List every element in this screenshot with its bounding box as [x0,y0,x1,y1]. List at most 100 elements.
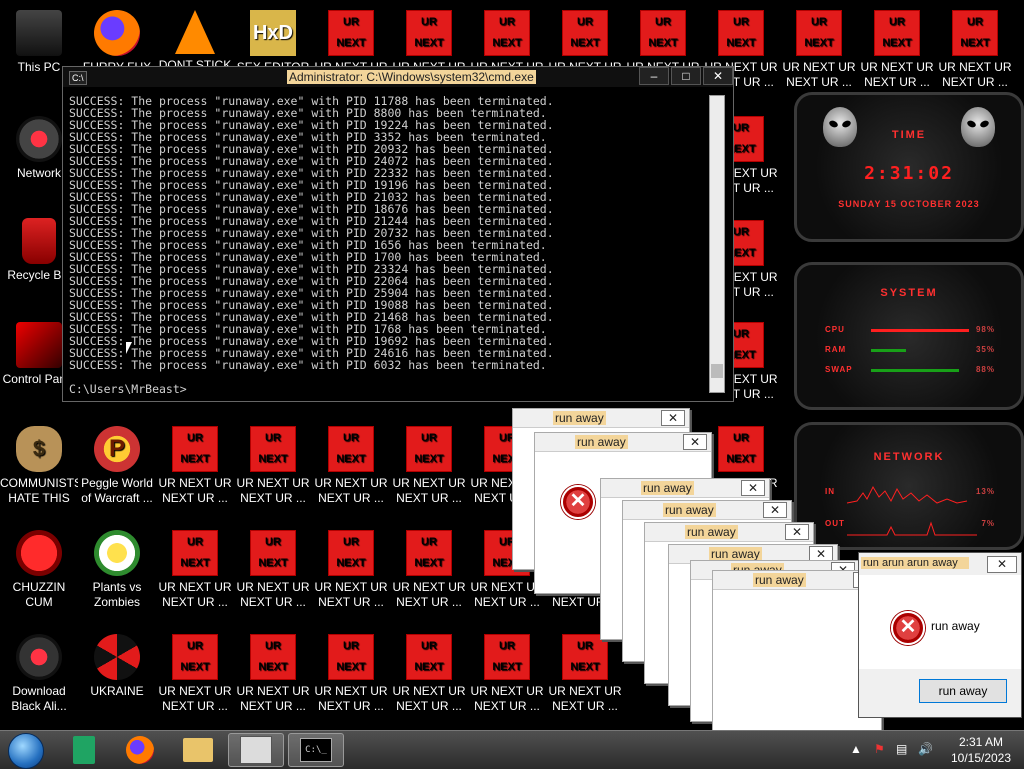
cmd-titlebar[interactable]: C:\ Administrator: C:\Windows\system32\c… [63,67,733,87]
folder-icon [183,738,213,762]
scrollbar-thumb[interactable] [711,364,723,378]
desktop-icon-communists[interactable]: $ COMMUNISTS HATE THIS G... [0,422,78,506]
close-icon[interactable]: ✕ [987,556,1017,573]
dialog-title: run away [685,525,738,539]
desktop-icon-black-ali[interactable]: Download Black Ali... [0,630,78,714]
ur-next-tile[interactable]: UR NEXT UR NEXT UR NEXT UR ... [234,630,312,714]
dialog-titlebar[interactable]: run away ✕ [535,433,711,452]
dialog-titlebar[interactable]: run away✕ [623,501,791,520]
usage-bar [871,349,906,352]
tile-top-text: UR [265,432,281,444]
run-away-dialog[interactable]: run arun arun away ✕ ✕ run away run away [858,552,1022,718]
ur-next-tile[interactable]: UR NEXT UR NEXT UR NEXT UR ... [858,6,936,90]
ur-next-tile[interactable]: UR NEXT UR NEXT UR NEXT UR ... [156,526,234,610]
taskbar-sheets[interactable] [56,733,112,767]
tile-top-text: UR [421,16,437,28]
taskbar-paint[interactable] [228,733,284,767]
desktop-icon-ukraine[interactable]: UKRAINE [78,630,156,699]
ur-next-tile[interactable]: UR NEXT UR NEXT UR NEXT UR ... [312,422,390,506]
taskbar-clock-date: 10/15/2023 [950,751,1012,765]
tile-top-text: UR [187,640,203,652]
computer-icon [16,10,62,56]
close-icon[interactable]: ✕ [785,524,809,540]
time-widget-title: TIME [891,129,927,141]
close-icon[interactable]: ✕ [683,434,707,450]
desktop-icon-sex-editor[interactable]: HxD SEX EDITOR [234,6,312,75]
taskbar-cmd[interactable]: C:\_ [288,733,344,767]
taskbar-clock[interactable]: 2:31 AM 10/15/2023 [944,734,1018,766]
tile-bottom-text: NEXT [336,453,366,465]
cmd-window[interactable]: C:\ Administrator: C:\Windows\system32\c… [62,66,734,402]
close-icon[interactable]: ✕ [703,67,733,85]
network-in-graph [846,485,968,504]
ur-next-tile[interactable]: UR NEXT UR NEXT UR NEXT UR ... [156,630,234,714]
tile-top-text: UR [343,536,359,548]
action-center-flag-icon[interactable]: ⚑ [874,742,885,756]
widget-clock-date: SUNDAY 15 OCTOBER 2023 [838,199,980,209]
maximize-icon[interactable]: □ [671,67,701,85]
cmd-prompt[interactable]: C:\Users\MrBeast> [69,383,709,395]
ur-next-tile[interactable]: UR NEXT UR NEXT UR NEXT UR ... [468,630,546,714]
ur-next-tile[interactable]: UR NEXT UR NEXT UR NEXT UR ... [156,422,234,506]
ur-next-tile[interactable]: UR NEXT UR NEXT UR NEXT UR ... [312,630,390,714]
dialog-titlebar[interactable]: run away✕ [601,479,769,498]
ur-next-tile[interactable]: UR NEXT UR NEXT UR NEXT UR ... [780,6,858,90]
ur-next-tile[interactable]: UR NEXT UR NEXT UR NEXT UR ... [312,526,390,610]
taskbar-firefox[interactable] [112,733,168,767]
ur-next-tile[interactable]: UR NEXT UR NEXT UR NEXT UR ... [234,422,312,506]
ur-next-tile[interactable]: UR NEXT UR NEXT UR NEXT UR ... [546,630,624,714]
ur-next-tile[interactable]: UR NEXT UR NEXT UR NEXT UR ... [390,630,468,714]
taskbar-explorer[interactable] [170,733,226,767]
tile-top-text: UR [343,432,359,444]
show-hidden-icons-icon[interactable]: ▲ [850,742,862,756]
start-button[interactable] [8,733,44,769]
cmd-scrollbar[interactable] [709,95,725,393]
ur-next-icon: UR NEXT [640,10,686,56]
ur-next-tile[interactable]: UR NEXT UR NEXT UR NEXT UR ... [936,6,1014,90]
dialog-titlebar[interactable]: run arun arun away ✕ [859,553,1021,575]
icon-label: UR NEXT UR NEXT UR ... [938,60,1012,89]
system-row-percent: 98% [975,325,995,334]
dialog-titlebar[interactable]: run away✕ [713,571,881,590]
dialog-title: run away [575,435,628,449]
firefox-icon [94,10,140,56]
network-tray-icon[interactable]: ▤ [896,742,907,756]
tile-top-text: UR [577,16,593,28]
tile-top-text: UR [577,640,593,652]
mouse-cursor-icon [126,342,132,354]
ur-next-icon: UR NEXT [328,634,374,680]
dialog-titlebar[interactable]: run away✕ [513,409,689,428]
ur-next-icon: UR NEXT [172,530,218,576]
desktop-icon-furry-fux[interactable]: FURRY FUX [78,6,156,75]
tile-top-text: UR [655,16,671,28]
minimize-icon[interactable]: – [639,67,669,85]
usage-bar [871,329,969,332]
network-icon [16,116,62,162]
tile-bottom-text: NEXT [570,661,600,673]
ur-next-icon: UR NEXT [328,426,374,472]
close-icon[interactable]: ✕ [763,502,787,518]
close-icon[interactable]: ✕ [741,480,765,496]
ur-next-tile[interactable]: UR NEXT UR NEXT UR NEXT UR ... [390,422,468,506]
tile-top-text: UR [265,536,281,548]
icon-label: UR NEXT UR NEXT UR ... [392,476,466,505]
ur-next-icon: UR NEXT [406,426,452,472]
desktop-icon-chuzzin[interactable]: CHUZZIN CUM [0,526,78,610]
system-widget: SYSTEM CPU 98% RAM 35% SWAP 88% [794,262,1024,410]
cmd-output[interactable]: SUCCESS: The process "runaway.exe" with … [69,95,709,397]
ur-next-tile[interactable]: UR NEXT UR NEXT UR NEXT UR ... [390,526,468,610]
volume-icon[interactable]: 🔊 [918,742,933,756]
run-away-button[interactable]: run away [919,679,1007,703]
desktop-icon-peggle[interactable]: P Peggle World of Warcraft ... [78,422,156,506]
stacked-run-away-dialog[interactable]: run away✕ [712,570,882,730]
ur-next-tile[interactable]: UR NEXT UR NEXT UR NEXT UR ... [234,526,312,610]
desktop-icon-this-pc[interactable]: This PC [0,6,78,75]
tile-top-text: UR [187,432,203,444]
dialog-titlebar[interactable]: run away ✕ [645,523,813,542]
close-icon[interactable]: ✕ [661,410,685,426]
error-icon: ✕ [891,611,925,645]
ur-next-icon: UR NEXT [874,10,920,56]
tile-bottom-text: NEXT [336,661,366,673]
desktop-icon-pvz[interactable]: Plants vs Zombies [78,526,156,610]
icon-label: UR NEXT UR NEXT UR ... [392,684,466,713]
